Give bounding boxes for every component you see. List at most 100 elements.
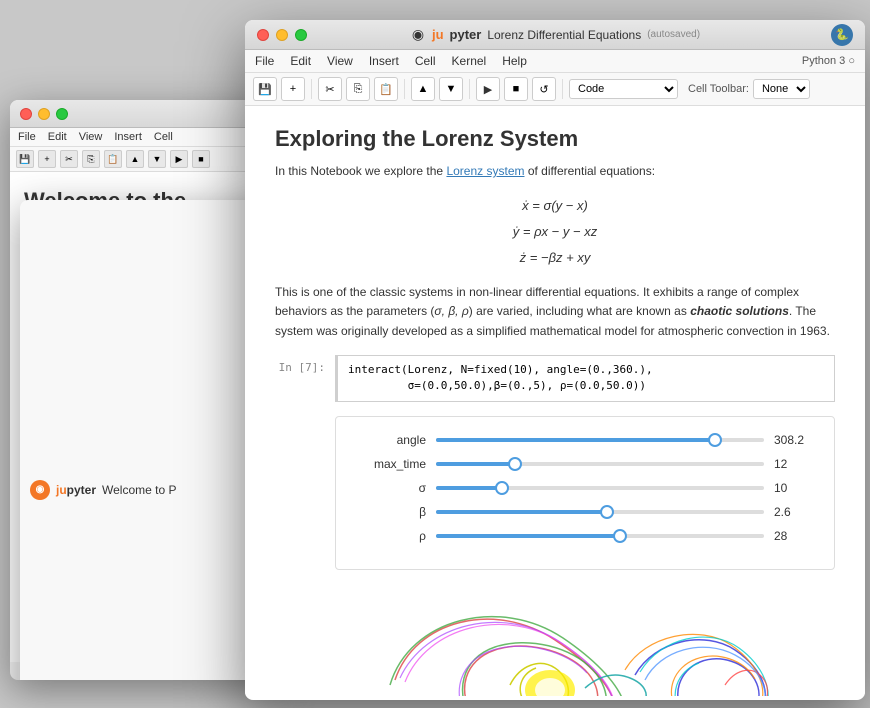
bg-up-btn[interactable]: ▲ [126, 150, 144, 168]
code-line-interact-2: σ=(0.0,50.0),β=(0.,5), ρ=(0.0,50.0)) [348, 378, 824, 395]
fg-menu-help[interactable]: Help [502, 54, 527, 68]
notebook-intro: In this Notebook we explore the Lorenz s… [275, 162, 835, 181]
slider-value-sigma: 10 [774, 481, 814, 495]
slider-thumb-sigma[interactable] [495, 481, 509, 495]
lorenz-system-link[interactable]: Lorenz system [446, 164, 524, 178]
tb-divider-2 [404, 79, 405, 99]
slider-track-beta[interactable] [436, 510, 764, 514]
bg-paste-btn[interactable]: 📋 [104, 150, 122, 168]
bg-stop-btn[interactable]: ■ [192, 150, 210, 168]
lorenz-plot [335, 580, 835, 696]
notebook-main-title: Exploring the Lorenz System [275, 126, 835, 152]
bg-add-btn[interactable]: + [38, 150, 56, 168]
fg-menu-bar: File Edit View Insert Cell Kernel Help P… [245, 50, 865, 73]
cell-type-select[interactable]: Code Markdown Raw NBConvert [569, 79, 678, 99]
slider-fill-angle [436, 438, 715, 442]
bg-menu-file[interactable]: File [18, 131, 36, 143]
bg-notebook-title: Welcome to P [102, 483, 176, 497]
minimize-button[interactable] [38, 108, 50, 120]
slider-track-maxtime[interactable] [436, 462, 764, 466]
fg-up-btn[interactable]: ▲ [411, 77, 435, 101]
fg-title-bar: ◉ jupyter Lorenz Differential Equations … [245, 20, 865, 50]
equations-block: ẋ = σ(y − x) ẏ = ρx − y − xz ż = −βz + x… [275, 193, 835, 271]
slider-track-sigma[interactable] [436, 486, 764, 490]
tb-divider-1 [311, 79, 312, 99]
slider-value-beta: 2.6 [774, 505, 814, 519]
slider-label-sigma: σ [356, 481, 426, 495]
lorenz-svg [335, 580, 855, 696]
fg-notebook-title: Lorenz Differential Equations [487, 28, 641, 42]
foreground-window: ◉ jupyter Lorenz Differential Equations … [245, 20, 865, 700]
tb-divider-4 [562, 79, 563, 99]
bg-notebook-header: ◉ jupyter Welcome to P [20, 200, 280, 680]
slider-track-rho[interactable] [436, 534, 764, 538]
fg-add-btn[interactable]: + [281, 77, 305, 101]
code-input-7[interactable]: interact(Lorenz, N=fixed(10), angle=(0.,… [335, 355, 835, 402]
maximize-button[interactable] [56, 108, 68, 120]
close-button[interactable] [20, 108, 32, 120]
slider-fill-sigma [436, 486, 502, 490]
fg-close-button[interactable] [257, 29, 269, 41]
fg-minimize-button[interactable] [276, 29, 288, 41]
eq-3: ż = −βz + xy [275, 245, 835, 271]
cell-toolbar-label: Cell Toolbar: [688, 83, 749, 95]
slider-label-maxtime: max_time [356, 457, 426, 471]
fg-down-btn[interactable]: ▼ [439, 77, 463, 101]
fg-paste-btn[interactable]: 📋 [374, 77, 398, 101]
bg-menu-cell[interactable]: Cell [154, 131, 173, 143]
fg-menu-insert[interactable]: Insert [369, 54, 399, 68]
slider-label-beta: β [356, 505, 426, 519]
bg-save-btn[interactable]: 💾 [16, 150, 34, 168]
fg-stop-btn[interactable]: ■ [504, 77, 528, 101]
eq-2: ẏ = ρx − y − xz [275, 219, 835, 245]
fg-menu-cell[interactable]: Cell [415, 54, 436, 68]
fg-restart-btn[interactable]: ↺ [532, 77, 556, 101]
code-cell-7: In [7]: interact(Lorenz, N=fixed(10), an… [275, 355, 835, 402]
fg-window-title: ◉ jupyter Lorenz Differential Equations … [410, 27, 700, 43]
fg-maximize-button[interactable] [295, 29, 307, 41]
code-line-interact-1: interact(Lorenz, N=fixed(10), angle=(0.,… [348, 362, 824, 379]
slider-fill-rho [436, 534, 620, 538]
fg-menu-file[interactable]: File [255, 54, 274, 68]
fg-save-btn[interactable]: 💾 [253, 77, 277, 101]
slider-row-beta: β 2.6 [356, 505, 814, 519]
bg-menu-edit[interactable]: Edit [48, 131, 67, 143]
slider-label-rho: ρ [356, 529, 426, 543]
slider-row-rho: ρ 28 [356, 529, 814, 543]
bg-run-btn[interactable]: ▶ [170, 150, 188, 168]
fg-copy-btn[interactable]: ⎘ [346, 77, 370, 101]
fg-menu-kernel[interactable]: Kernel [452, 54, 487, 68]
bg-menu-insert[interactable]: Insert [114, 131, 142, 143]
bg-title-bar [10, 100, 280, 128]
bg-menu-bar: File Edit View Insert Cell [10, 128, 280, 147]
slider-fill-beta [436, 510, 607, 514]
bg-toolbar: 💾 + ✂ ⎘ 📋 ▲ ▼ ▶ ■ [10, 147, 280, 172]
tb-divider-3 [469, 79, 470, 99]
fg-cut-btn[interactable]: ✂ [318, 77, 342, 101]
slider-thumb-maxtime[interactable] [508, 457, 522, 471]
slider-thumb-rho[interactable] [613, 529, 627, 543]
slider-value-maxtime: 12 [774, 457, 814, 471]
fg-run-btn[interactable]: ▶ [476, 77, 500, 101]
bg-cut-btn[interactable]: ✂ [60, 150, 78, 168]
cell-toolbar-select[interactable]: None Tags [753, 79, 810, 99]
slider-fill-maxtime [436, 462, 515, 466]
slider-value-rho: 28 [774, 529, 814, 543]
notebook-content: Exploring the Lorenz System In this Note… [245, 106, 865, 696]
slider-label-angle: angle [356, 433, 426, 447]
background-window: ◉ jupyter Welcome to P File Edit View In… [10, 100, 280, 680]
eq-1: ẋ = σ(y − x) [275, 193, 835, 219]
widget-area: angle 308.2 max_time 12 σ [335, 416, 835, 570]
bg-app-title: jupyter [56, 483, 96, 497]
slider-row-angle: angle 308.2 [356, 433, 814, 447]
notebook-description: This is one of the classic systems in no… [275, 283, 835, 341]
slider-track-angle[interactable] [436, 438, 764, 442]
fg-menu-edit[interactable]: Edit [290, 54, 311, 68]
bg-down-btn[interactable]: ▼ [148, 150, 166, 168]
fg-menu-view[interactable]: View [327, 54, 353, 68]
bg-copy-btn[interactable]: ⎘ [82, 150, 100, 168]
slider-thumb-angle[interactable] [708, 433, 722, 447]
slider-thumb-beta[interactable] [600, 505, 614, 519]
bg-menu-view[interactable]: View [79, 131, 103, 143]
slider-value-angle: 308.2 [774, 433, 814, 447]
